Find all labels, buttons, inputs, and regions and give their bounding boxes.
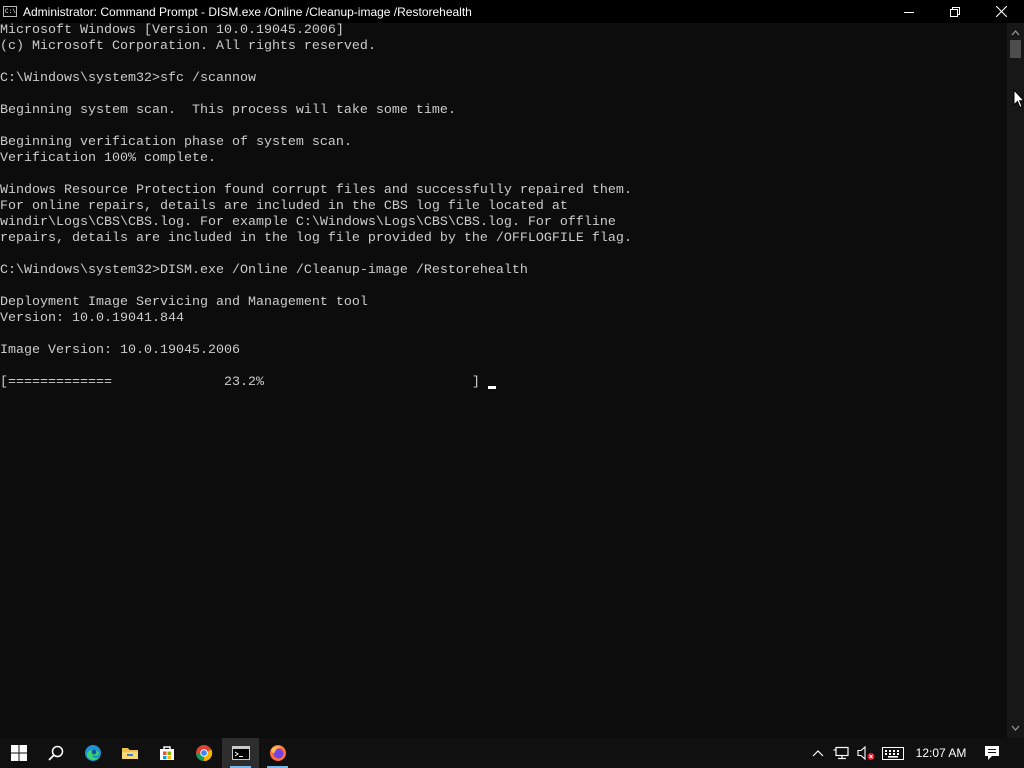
- network-icon: [833, 746, 849, 760]
- scroll-up-arrow-icon[interactable]: [1011, 29, 1020, 37]
- cmd-icon: [231, 746, 250, 760]
- keyboard-icon: [882, 746, 904, 760]
- title-bar[interactable]: C:\ Administrator: Command Prompt - DISM…: [0, 0, 1024, 23]
- minimize-button[interactable]: [886, 0, 932, 23]
- chevron-up-icon: [812, 750, 824, 757]
- action-center-button[interactable]: [980, 738, 1004, 768]
- console-line: C:\Windows\system32>DISM.exe /Online /Cl…: [0, 263, 528, 278]
- edge-icon: [84, 745, 101, 761]
- progress-line: [============= 23.2% ]: [0, 375, 480, 390]
- taskbar-app-edge[interactable]: [74, 738, 111, 768]
- taskbar-app-file-explorer[interactable]: [111, 738, 148, 768]
- console-line: Verification 100% complete.: [0, 151, 216, 166]
- console-line: (c) Microsoft Corporation. All rights re…: [0, 39, 376, 54]
- network-button[interactable]: [831, 738, 853, 768]
- vertical-scrollbar[interactable]: [1007, 23, 1024, 738]
- folder-icon: [121, 748, 138, 759]
- touch-keyboard-button[interactable]: [880, 738, 906, 768]
- close-icon: [995, 6, 1007, 17]
- show-hidden-icons-button[interactable]: [809, 738, 827, 768]
- search-button[interactable]: [37, 738, 74, 768]
- mouse-pointer-icon: [1013, 89, 1024, 109]
- console-line: Beginning system scan. This process will…: [0, 103, 456, 118]
- console-output[interactable]: Microsoft Windows [Version 10.0.19045.20…: [0, 23, 1007, 738]
- firefox-icon: [269, 745, 286, 761]
- search-icon: [47, 745, 63, 761]
- cmd-icon[interactable]: C:\: [3, 6, 17, 17]
- start-button[interactable]: [0, 738, 37, 768]
- console-line: Beginning verification phase of system s…: [0, 135, 352, 150]
- console-line: Windows Resource Protection found corrup…: [0, 183, 632, 198]
- console-line: repairs, details are included in the log…: [0, 231, 632, 246]
- console-line: For online repairs, details are included…: [0, 199, 568, 214]
- scroll-down-arrow-icon[interactable]: [1011, 724, 1020, 732]
- console-line: C:\Windows\system32>sfc /scannow: [0, 71, 256, 86]
- window-title: Administrator: Command Prompt - DISM.exe…: [23, 4, 472, 19]
- taskbar-app-chrome[interactable]: [185, 738, 222, 768]
- volume-button[interactable]: [855, 738, 877, 768]
- volume-muted-icon: [857, 745, 875, 761]
- restore-button[interactable]: [932, 0, 978, 23]
- close-button[interactable]: [978, 0, 1024, 23]
- console-line: Image Version: 10.0.19045.2006: [0, 343, 240, 358]
- taskbar-app-store[interactable]: [148, 738, 185, 768]
- store-icon: [159, 746, 174, 760]
- console-line: windir\Logs\CBS\CBS.log. For example C:\…: [0, 215, 616, 230]
- notification-icon: [985, 746, 999, 760]
- restore-icon: [950, 6, 960, 17]
- chrome-icon: [195, 745, 212, 762]
- minimize-icon: [904, 11, 914, 13]
- taskbar-app-command-prompt[interactable]: [222, 738, 259, 768]
- text-cursor: [488, 386, 496, 389]
- console-line: Microsoft Windows [Version 10.0.19045.20…: [0, 23, 344, 38]
- taskbar-app-firefox[interactable]: [259, 738, 296, 768]
- taskbar-clock[interactable]: 12:07 AM: [908, 738, 974, 768]
- cmd-icon-text: C:\: [5, 8, 16, 15]
- window-controls: [886, 0, 1024, 23]
- windows-logo-icon: [10, 745, 27, 761]
- taskbar: 12:07 AM: [0, 738, 1024, 768]
- scroll-thumb[interactable]: [1010, 40, 1021, 58]
- console-line: Version: 10.0.19041.844: [0, 311, 184, 326]
- console-line: Deployment Image Servicing and Managemen…: [0, 295, 368, 310]
